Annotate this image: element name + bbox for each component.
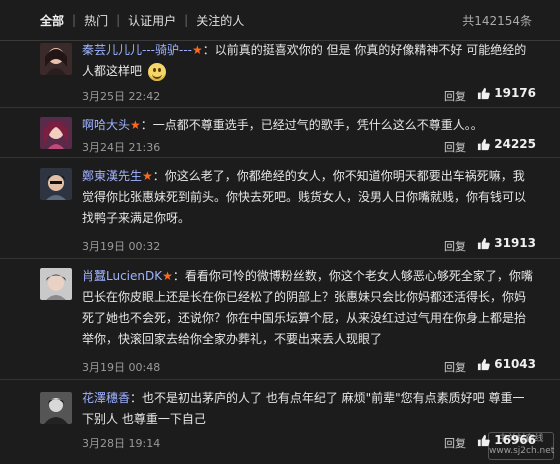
comment-timestamp: 3月25日 22:42	[82, 90, 161, 103]
comment-timestamp: 3月19日 00:32	[82, 240, 161, 253]
comment-total-count: 共142154条	[462, 13, 532, 28]
like-count: 61043	[494, 357, 536, 371]
comment-meta: 3月24日 21:36 回复 24225	[82, 136, 536, 156]
comment-username[interactable]: 鄭東漢先生	[82, 169, 142, 183]
reply-button[interactable]: 回复	[444, 238, 466, 254]
tab-hot[interactable]: 热门	[76, 12, 116, 29]
comment-username[interactable]: 啊哈大头	[82, 118, 130, 132]
verified-star-icon: ★	[191, 43, 203, 57]
comment-item: 花澤穗香：也不是初出茅庐的人了 也有点年纪了 麻烦"前辈"您有点素质好吧 尊重一…	[0, 380, 560, 464]
thumb-up-icon	[478, 138, 491, 150]
comment-meta: 3月25日 22:42 回复 19176	[82, 85, 536, 105]
comment-filter-bar: 全部 | 热门 | 认证用户 | 关注的人 共142154条	[0, 0, 560, 41]
like-button[interactable]: 31913	[477, 236, 536, 250]
comment-item: 鄭東漢先生★：你这么老了，你都绝经的女人，你不知道你明天都要出车祸死嘛，我觉得你…	[0, 158, 560, 259]
comment-timestamp: 3月19日 00:48	[82, 361, 161, 374]
comment-item: 啊哈大头★：一点都不尊重选手，已经过气的歌手，凭什么这么不尊重人。。 3月24日…	[0, 108, 560, 158]
comment-meta: 3月19日 00:32 回复 31913	[82, 235, 536, 255]
avatar[interactable]	[40, 168, 72, 200]
smiley-emoji-icon	[147, 62, 166, 81]
comment-timestamp: 3月24日 21:36	[82, 141, 161, 154]
like-count: 31913	[494, 236, 536, 250]
watermark-name: 中关村在线	[498, 434, 544, 444]
thumb-up-icon	[478, 358, 491, 370]
like-button[interactable]: 24225	[477, 137, 536, 151]
comment-item: 肖蠶LucienDK★：看看你可怜的微博粉丝数，你这个老女人够恶心够死全家了，你…	[0, 259, 560, 380]
tab-all[interactable]: 全部	[40, 12, 72, 29]
like-count: 19176	[494, 86, 536, 100]
reply-button[interactable]: 回复	[444, 435, 466, 451]
comment-username[interactable]: 花澤穗香	[82, 391, 130, 405]
comment-timestamp: 3月28日 19:14	[82, 437, 161, 450]
avatar[interactable]	[40, 392, 72, 424]
filter-tabs: 全部 | 热门 | 认证用户 | 关注的人	[0, 12, 252, 29]
avatar[interactable]	[40, 117, 72, 149]
verified-star-icon: ★	[162, 269, 173, 283]
comment-body: 鄭東漢先生★：你这么老了，你都绝经的女人，你不知道你明天都要出车祸死嘛，我觉得你…	[82, 166, 536, 229]
avatar[interactable]	[40, 43, 72, 75]
reply-button[interactable]: 回复	[444, 139, 466, 155]
verified-star-icon: ★	[130, 118, 141, 132]
comment-body: 肖蠶LucienDK★：看看你可怜的微博粉丝数，你这个老女人够恶心够死全家了，你…	[82, 266, 536, 350]
verified-star-icon: ★	[142, 169, 153, 183]
comment-username[interactable]: 秦芸儿儿儿---骑驴---	[82, 43, 192, 57]
comment-text: ：一点都不尊重选手，已经过气的歌手，凭什么这么不尊重人。。	[140, 118, 483, 132]
avatar[interactable]	[40, 268, 72, 300]
comment-meta: 3月28日 19:14 回复 16966	[82, 432, 536, 452]
comment-text: ：也不是初出茅庐的人了 也有点年纪了 麻烦"前辈"您有点素质好吧 尊重一下别人 …	[82, 391, 525, 426]
tab-verified-users[interactable]: 认证用户	[120, 12, 184, 29]
like-count: 24225	[494, 137, 536, 151]
reply-button[interactable]: 回复	[444, 88, 466, 104]
tab-following[interactable]: 关注的人	[188, 12, 252, 29]
comment-body: 花澤穗香：也不是初出茅庐的人了 也有点年纪了 麻烦"前辈"您有点素质好吧 尊重一…	[82, 388, 536, 430]
comment-body: 秦芸儿儿儿---骑驴---★：以前真的挺喜欢你的 但是 你真的好像精神不好 可能…	[82, 40, 536, 82]
comment-body: 啊哈大头★：一点都不尊重选手，已经过气的歌手，凭什么这么不尊重人。。	[82, 115, 536, 136]
watermark-url: www.sj2ch.net	[489, 446, 555, 456]
comment-item: 秦芸儿儿儿---骑驴---★：以前真的挺喜欢你的 但是 你真的好像精神不好 可能…	[0, 41, 560, 108]
thumb-up-icon	[478, 87, 491, 99]
site-watermark: 中关村在线 www.sj2ch.net	[488, 432, 554, 460]
thumb-up-icon	[478, 237, 491, 249]
like-button[interactable]: 61043	[477, 357, 536, 371]
reply-button[interactable]: 回复	[444, 359, 466, 375]
comment-meta: 3月19日 00:48 回复 61043	[82, 356, 536, 376]
comment-username[interactable]: 肖蠶LucienDK	[82, 269, 162, 283]
like-button[interactable]: 19176	[477, 86, 536, 100]
